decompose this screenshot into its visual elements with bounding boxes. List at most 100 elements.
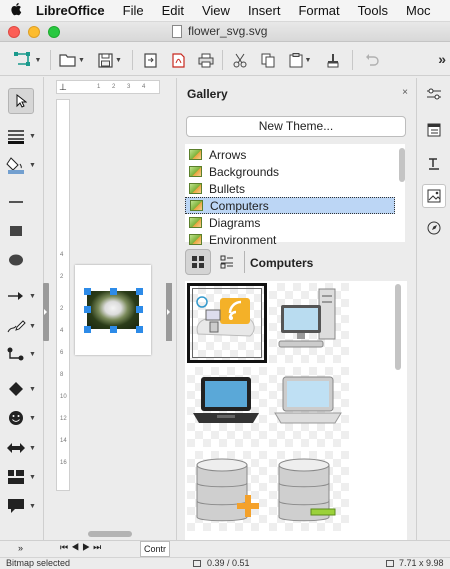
scissors-icon: [233, 53, 247, 67]
gallery-item-laptop-silver[interactable]: [269, 367, 349, 447]
sidebar-collapse-handle[interactable]: [166, 283, 172, 341]
menu-edit[interactable]: Edit: [153, 3, 193, 18]
gallery-item-desktop-computer[interactable]: [269, 283, 349, 363]
printer-icon: [198, 53, 214, 67]
theme-item-diagrams[interactable]: Diagrams: [185, 214, 395, 231]
ruler-tick: 2: [60, 274, 64, 280]
toolbar-overflow-button[interactable]: »: [438, 51, 446, 67]
menu-app[interactable]: LibreOffice: [30, 3, 114, 18]
horizontal-scrollbar[interactable]: [70, 530, 160, 538]
theme-item-arrows[interactable]: Arrows: [185, 146, 395, 163]
open-button[interactable]: ▼: [56, 49, 88, 71]
selection-handle[interactable]: [84, 288, 91, 295]
scrollbar-thumb[interactable]: [88, 531, 132, 537]
layer-tab[interactable]: Contr: [140, 541, 170, 557]
selection-handle[interactable]: [136, 326, 143, 333]
copy-button[interactable]: [256, 49, 280, 71]
print-button[interactable]: [194, 49, 218, 71]
flower-bitmap[interactable]: [87, 291, 139, 329]
standard-toolbar: ▼ ▼ ▼ ▼ »: [0, 43, 450, 76]
sidebar-gallery-tab[interactable]: [422, 184, 446, 208]
callouts-button[interactable]: ▼: [6, 495, 40, 517]
line-color-button[interactable]: ▼: [6, 125, 40, 147]
menu-view[interactable]: View: [193, 3, 239, 18]
paste-button[interactable]: ▼: [284, 49, 316, 71]
clone-formatting-button[interactable]: [322, 49, 344, 71]
clipboard-icon: [289, 52, 303, 67]
menu-insert[interactable]: Insert: [239, 3, 290, 18]
gallery-item-database-drive[interactable]: [269, 451, 349, 531]
points-button[interactable]: ▼: [10, 49, 44, 71]
menu-bar: LibreOffice File Edit View Insert Format…: [0, 0, 450, 22]
page-nav-arrows[interactable]: ⏮◀▶⏭: [60, 542, 104, 553]
ellipse-tool-button[interactable]: [6, 249, 40, 271]
theme-item-label: Environment: [209, 232, 277, 247]
export-icon: [143, 52, 157, 68]
basic-shapes-button[interactable]: ▼: [6, 378, 40, 400]
folder-icon: [59, 54, 76, 67]
window-minimize-button[interactable]: [28, 26, 40, 38]
export-button[interactable]: [138, 49, 162, 71]
save-button[interactable]: ▼: [94, 49, 126, 71]
flowchart-button[interactable]: ▼: [6, 466, 40, 488]
detailed-view-button[interactable]: [214, 249, 240, 275]
desktop-computer-icon: [278, 288, 336, 348]
selection-handle[interactable]: [136, 288, 143, 295]
cut-button[interactable]: [228, 49, 252, 71]
ruler-tick: 14: [60, 438, 67, 444]
tab-stop-icon[interactable]: ⊥: [59, 82, 67, 93]
undo-button[interactable]: [360, 49, 384, 71]
sidebar-navigator-tab[interactable]: [422, 216, 446, 240]
sidebar-slide-layout-tab[interactable]: [422, 118, 446, 142]
ruler-tick: 16: [60, 460, 67, 466]
apple-logo-icon[interactable]: [2, 2, 30, 19]
selection-handle[interactable]: [84, 306, 91, 313]
theme-item-backgrounds[interactable]: Backgrounds: [185, 163, 395, 180]
select-tool-button[interactable]: [8, 88, 34, 114]
gallery-grid-scrollbar[interactable]: [395, 284, 401, 370]
rectangle-tool-button[interactable]: [6, 220, 40, 242]
line-tool-button[interactable]: [6, 191, 40, 213]
selection-handle[interactable]: [110, 326, 117, 333]
drawing-page[interactable]: [75, 265, 151, 355]
menu-file[interactable]: File: [114, 3, 153, 18]
connectors-button[interactable]: ▼: [6, 343, 40, 365]
window-close-button[interactable]: [8, 26, 20, 38]
selection-handle[interactable]: [110, 288, 117, 295]
selection-handle[interactable]: [84, 326, 91, 333]
menu-modify[interactable]: Moc: [397, 3, 440, 18]
diamond-icon: [9, 382, 23, 396]
ruler-tick: 2: [112, 84, 116, 90]
menu-format[interactable]: Format: [289, 3, 348, 18]
ellipse-icon: [9, 254, 23, 266]
sidebar-properties-tab[interactable]: [422, 82, 446, 106]
gallery-item-laptop-dark[interactable]: [187, 367, 267, 447]
gallery-close-button[interactable]: ×: [402, 87, 408, 98]
overflow-chevron-icon[interactable]: »: [18, 543, 23, 553]
icon-view-button[interactable]: [185, 249, 211, 275]
toolbar-collapse-handle[interactable]: [43, 283, 49, 341]
fill-color-button[interactable]: ▼: [6, 154, 40, 176]
theme-list-scrollbar[interactable]: [399, 148, 405, 182]
curves-button[interactable]: ▼: [6, 315, 40, 337]
selection-handle[interactable]: [136, 306, 143, 313]
ruler-tick: 3: [127, 84, 131, 90]
toolbar-separator: [352, 50, 353, 70]
export-pdf-button[interactable]: [166, 49, 190, 71]
window-title: flower_svg.svg: [172, 24, 267, 38]
theme-item-computers[interactable]: Computers: [185, 197, 395, 214]
menu-tools[interactable]: Tools: [349, 3, 397, 18]
new-theme-button[interactable]: New Theme...: [186, 116, 406, 137]
symbol-shapes-button[interactable]: ▼: [6, 407, 40, 429]
lines-arrows-button[interactable]: ▼: [6, 285, 40, 307]
gallery-item-database-add[interactable]: [187, 451, 267, 531]
sidebar-styles-tab[interactable]: [422, 152, 446, 176]
ruler-tick: 6: [60, 350, 64, 356]
gallery-item-computer-network[interactable]: [187, 283, 267, 363]
block-arrows-button[interactable]: ▼: [6, 437, 40, 459]
ruler-tick: 12: [60, 416, 67, 422]
theme-item-bullets[interactable]: Bullets: [185, 180, 395, 197]
theme-item-environment[interactable]: Environment: [185, 231, 395, 248]
compass-icon: [427, 221, 441, 235]
window-maximize-button[interactable]: [48, 26, 60, 38]
